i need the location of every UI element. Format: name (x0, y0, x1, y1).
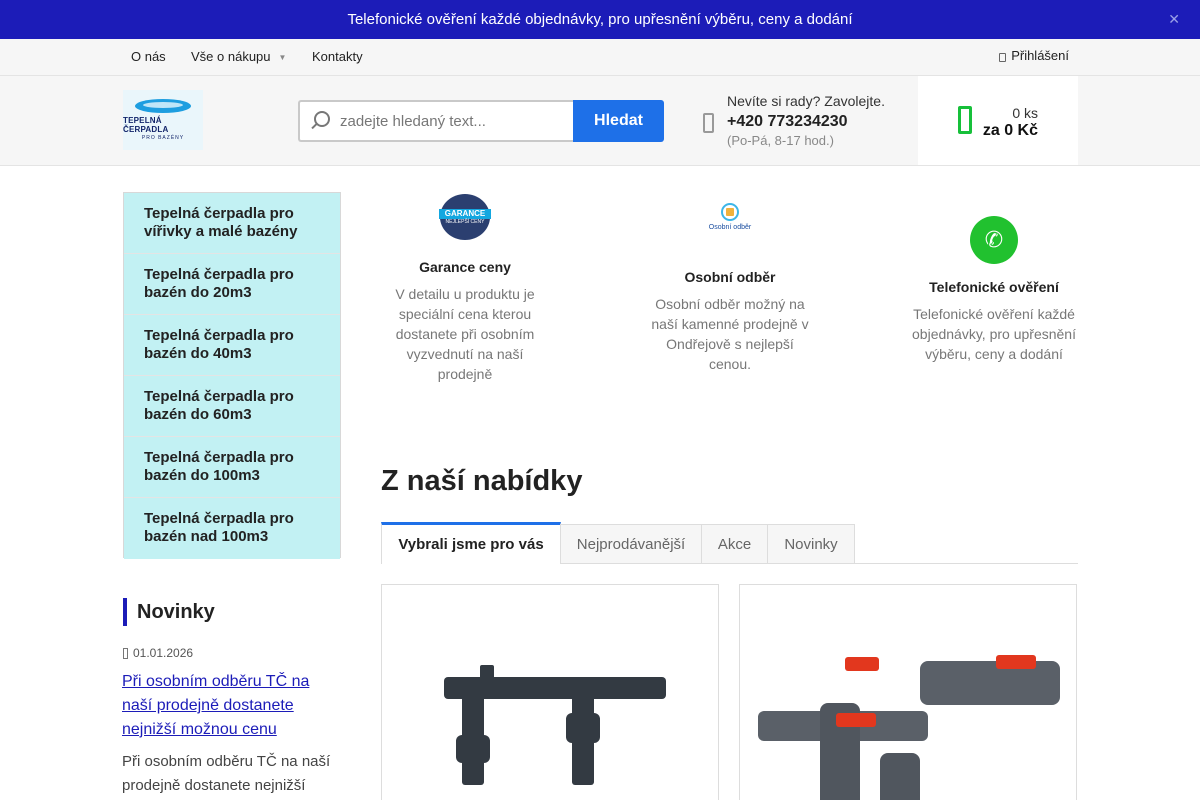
search-button[interactable]: Hledat (573, 100, 664, 142)
product-card[interactable] (381, 584, 719, 800)
top-nav: O nás Vše o nákupu ▼ Kontakty Přihlášení (0, 39, 1200, 76)
logo-subtitle: PRO BAZÉNY (141, 135, 185, 141)
category-item[interactable]: Tepelná čerpadla pro bazén do 40m3 (124, 315, 340, 376)
category-item[interactable]: Tepelná čerpadla pro bazén do 100m3 (124, 437, 340, 498)
badge-sub-text: NEJLEPŠÍ CENY (445, 219, 485, 225)
offer-heading: Z naší nabídky (381, 465, 583, 497)
news-date: 01.01.2026 (123, 646, 193, 660)
offer-tabs: Vybrali jsme pro vás Nejprodávanější Akc… (381, 522, 1078, 564)
nav-item-vse-o-nakupu[interactable]: Vše o nákupu ▼ (191, 49, 286, 64)
contact-phone[interactable]: +420 773234230 (727, 113, 848, 131)
nav-item-kontakty[interactable]: Kontakty (312, 49, 363, 64)
category-item[interactable]: Tepelná čerpadla pro bazén do 20m3 (124, 254, 340, 315)
nav-item-label: Vše o nákupu (191, 49, 271, 64)
search-input[interactable] (340, 112, 560, 130)
benefit-text: V detailu u produktu je speciální cena k… (395, 286, 535, 382)
news-title-link[interactable]: Při osobním odběru TČ na naší prodejně d… (122, 670, 342, 742)
news-heading: Novinky (123, 598, 215, 626)
calendar-icon (123, 647, 128, 659)
lock-icon (999, 53, 1007, 62)
category-menu: Tepelná čerpadla pro vířivky a malé bazé… (123, 192, 341, 559)
benefit-title: Telefonické ověření (929, 279, 1059, 295)
cart-total: za 0 Kč (982, 122, 1038, 139)
category-item[interactable]: Tepelná čerpadla pro bazén nad 100m3 (124, 498, 340, 559)
news-date-text: 01.01.2026 (133, 646, 194, 660)
news-excerpt: Při osobním odběru TČ na naší prodejně d… (122, 753, 331, 794)
contact-hours: (Po-Pá, 8-17 hod.) (727, 133, 834, 148)
benefit-title: Osobní odběr (684, 269, 776, 285)
house-icon (721, 203, 739, 221)
close-icon[interactable]: ✕ (1168, 11, 1180, 28)
header: TEPELNÁ ČERPADLA PRO BAZÉNY Hledat Nevít… (0, 76, 1200, 166)
tab-novinky[interactable]: Novinky (767, 524, 855, 564)
category-item[interactable]: Tepelná čerpadla pro vířivky a malé bazé… (124, 193, 340, 254)
announcement-bar: Telefonické ověření každé objednávky, pr… (0, 0, 1200, 39)
tab-akce[interactable]: Akce (701, 524, 768, 564)
logo[interactable]: TEPELNÁ ČERPADLA PRO BAZÉNY (123, 90, 203, 150)
chevron-down-icon: ▼ (278, 53, 287, 62)
phone-call-icon: ✆ (970, 216, 1018, 264)
wave-icon (135, 99, 191, 113)
badge-main-text: GARANCE (439, 209, 491, 219)
cart-count: 0 ks (1012, 105, 1038, 121)
cart-button[interactable]: 0 ks za 0 Kč (918, 76, 1078, 165)
phone-icon (703, 113, 714, 133)
cart-icon (958, 106, 972, 134)
benefit-title: Garance ceny (419, 259, 511, 275)
benefit-text: Osobní odběr možný na naší kamenné prode… (651, 296, 809, 372)
tab-vybrali[interactable]: Vybrali jsme pro vás (381, 522, 561, 564)
garance-badge-icon: GARANCE NEJLEPŠÍ CENY (439, 194, 491, 240)
nav-item-o-nas[interactable]: O nás (131, 49, 166, 64)
pickup-logo-icon: Osobní odběr (704, 203, 756, 237)
announcement-text: Telefonické ověření každé objednávky, pr… (347, 11, 853, 28)
logo-title: TEPELNÁ ČERPADLA (123, 116, 169, 134)
benefit-telefon: Telefonické ověření Telefonické ověření … (904, 279, 1084, 364)
benefit-garance: Garance ceny V detailu u produktu je spe… (390, 259, 540, 384)
search-box (298, 100, 574, 142)
search-icon (314, 111, 330, 127)
login-link[interactable]: Přihlášení (999, 48, 1069, 63)
product-card[interactable] (739, 584, 1077, 800)
benefit-osobni-odber: Osobní odběr Osobní odběr možný na naší … (645, 269, 815, 374)
tab-nejprodavanejsi[interactable]: Nejprodávanější (560, 524, 702, 564)
contact-prompt: Nevíte si rady? Zavolejte. (727, 93, 885, 109)
login-label: Přihlášení (1011, 48, 1069, 63)
category-item[interactable]: Tepelná čerpadla pro bazén do 60m3 (124, 376, 340, 437)
pickup-logo-text: Osobní odběr (708, 224, 752, 231)
benefit-text: Telefonické ověření každé objednávky, pr… (912, 306, 1076, 362)
